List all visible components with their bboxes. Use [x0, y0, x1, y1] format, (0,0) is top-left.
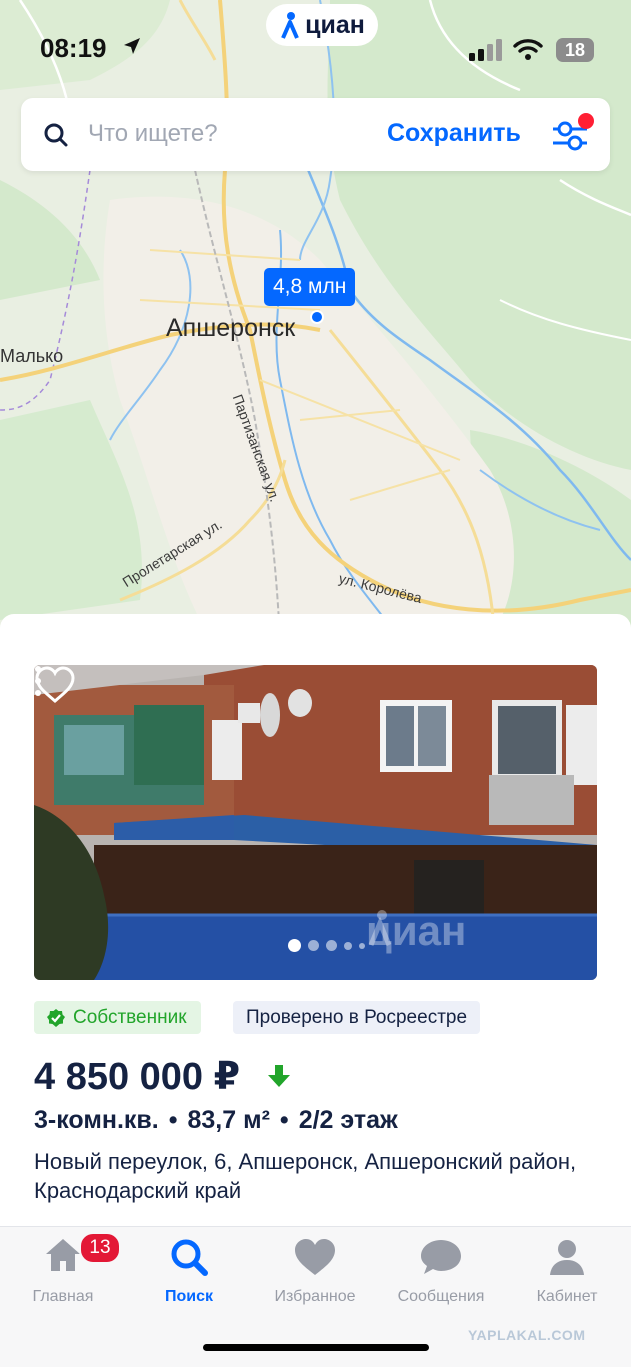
- map-city-label: Апшеронск: [166, 314, 296, 342]
- site-watermark: YAPLAKAL.COM: [468, 1327, 586, 1343]
- pagination-dot: [359, 942, 365, 949]
- tab-label: Поиск: [164, 1288, 213, 1305]
- listing-area: 83,7 м²: [187, 1106, 270, 1134]
- listing-price: 4 850 000 ₽: [34, 1056, 241, 1098]
- battery-indicator: 18: [556, 38, 594, 62]
- tab-account[interactable]: Кабинет: [504, 1227, 630, 1317]
- listing-floor: 2/2 этаж: [298, 1106, 398, 1134]
- pagination-dot: [326, 940, 337, 951]
- owner-badge: Собственник: [34, 1001, 201, 1034]
- tab-label: Сообщения: [397, 1288, 485, 1305]
- map-town-label: Малько: [0, 346, 64, 366]
- home-indicator[interactable]: [203, 1344, 429, 1351]
- filter-active-dot: [578, 113, 594, 129]
- heart-icon: [295, 1239, 335, 1275]
- pagination-dot: [308, 940, 319, 951]
- listing-params: 3-комн.кв. • 83,7 м² • 2/2 этаж: [34, 1106, 398, 1134]
- tab-search[interactable]: Поиск: [126, 1227, 252, 1317]
- search-bar[interactable]: Что ищете? Сохранить: [21, 98, 610, 171]
- map-view[interactable]: Апшеронск Малько Партизанская ул. Пролет…: [0, 0, 631, 640]
- cian-logo-icon: [281, 12, 299, 39]
- user-icon: [550, 1240, 584, 1275]
- photo-pagination: [288, 939, 365, 952]
- search-input[interactable]: Что ищете?: [88, 120, 218, 148]
- search-icon: [44, 123, 68, 147]
- status-time: 08:19: [40, 33, 107, 63]
- listing-photo[interactable]: циан: [34, 665, 597, 980]
- tab-messages[interactable]: Сообщения: [378, 1227, 504, 1317]
- photo-watermark: циан: [366, 907, 466, 955]
- tab-favorites[interactable]: Избранное: [252, 1227, 378, 1317]
- search-icon: [171, 1239, 208, 1276]
- brand-name: циан: [305, 10, 365, 39]
- map-price-marker[interactable]: 4,8 млн: [264, 268, 356, 306]
- notification-badge: 13: [79, 1232, 121, 1264]
- listing-rooms: 3-комн.кв.: [34, 1106, 159, 1134]
- cian-watermark-icon: [368, 910, 392, 946]
- chat-icon: [421, 1240, 461, 1274]
- pagination-dot: [288, 939, 301, 952]
- brand-logo[interactable]: циан: [266, 4, 378, 46]
- more-options-icon[interactable]: [34, 665, 42, 697]
- tab-label: Главная: [32, 1288, 94, 1305]
- listing-address: Новый переулок, 6, Апшеронск, Апшеронски…: [34, 1149, 577, 1203]
- location-arrow-icon: [124, 38, 140, 54]
- wifi-icon: [513, 39, 543, 60]
- owner-badge-label: Собственник: [73, 1006, 187, 1028]
- pagination-dot: [344, 941, 352, 950]
- house-photo-illustration: [34, 665, 597, 980]
- save-search-button[interactable]: Сохранить: [387, 119, 521, 148]
- verified-check-icon: [47, 1008, 65, 1027]
- price-down-arrow-icon: [268, 1065, 290, 1087]
- tab-label: Избранное: [274, 1288, 356, 1305]
- tab-label: Кабинет: [536, 1288, 598, 1305]
- home-icon: [46, 1239, 80, 1271]
- rosreestr-verified-badge: Проверено в Росреестре: [233, 1001, 481, 1034]
- cellular-signal-icon: [469, 39, 502, 61]
- map-location-dot: [310, 310, 324, 324]
